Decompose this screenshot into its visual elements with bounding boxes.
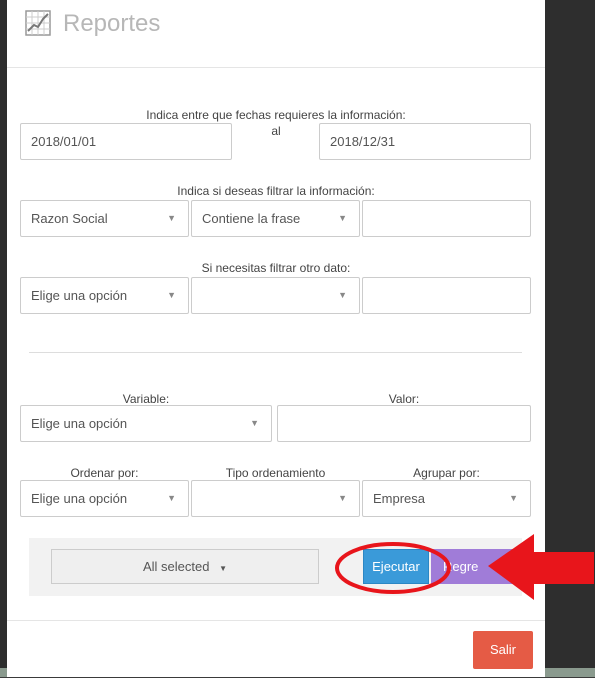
filter2-field-value: Elige una opción: [31, 288, 128, 303]
filter2-condition-select[interactable]: ▼: [191, 277, 360, 314]
filter2-value-input[interactable]: [362, 277, 531, 314]
end-date-input[interactable]: 2018/12/31: [319, 123, 531, 160]
line-chart-icon: [25, 10, 51, 36]
agrupar-value: Empresa: [373, 491, 426, 506]
agrupar-label: Agrupar por:: [413, 466, 480, 480]
caret-down-icon: ▼: [338, 213, 347, 223]
filter-condition-select[interactable]: Contiene la frase ▼: [191, 200, 360, 237]
variable-value: Elige una opción: [31, 416, 128, 431]
filter-value-input[interactable]: [362, 200, 531, 237]
backdrop: [545, 0, 595, 677]
agrupar-select[interactable]: Empresa ▼: [362, 480, 531, 517]
filter-label: Indica si deseas filtrar la información:: [177, 184, 375, 198]
valor-label: Valor:: [388, 392, 420, 406]
regresar-button[interactable]: Regre: [431, 549, 515, 584]
backdrop: [0, 0, 7, 677]
modal-header: Reportes: [7, 0, 545, 68]
caret-down-icon: ▼: [167, 213, 176, 223]
dates-separator: al: [271, 124, 281, 138]
valor-input[interactable]: [277, 405, 531, 442]
ordenar-label: Ordenar por:: [70, 466, 139, 480]
reportes-modal: Reportes Indica entre que fechas requier…: [7, 0, 545, 677]
caret-down-icon: ▼: [338, 290, 347, 300]
caret-down-icon: ▼: [338, 493, 347, 503]
action-bar: All selected ▼ Regre Ejecutar: [29, 538, 522, 596]
filter-field-value: Razon Social: [31, 211, 108, 226]
filter-field-select[interactable]: Razon Social ▼: [20, 200, 189, 237]
divider: [29, 352, 522, 353]
multiselect-label: All selected: [142, 559, 210, 574]
filter2-label: Si necesitas filtrar otro dato:: [201, 261, 351, 275]
multiselect-dropdown[interactable]: All selected ▼: [51, 549, 319, 584]
caret-down-icon: ▼: [167, 493, 176, 503]
filter2-field-select[interactable]: Elige una opción ▼: [20, 277, 189, 314]
modal-footer: Salir: [7, 620, 545, 678]
tipo-orden-label: Tipo ordenamiento: [225, 466, 326, 480]
ejecutar-button[interactable]: Ejecutar: [363, 549, 429, 584]
caret-down-icon: ▼: [167, 290, 176, 300]
start-date-input[interactable]: 2018/01/01: [20, 123, 232, 160]
variable-label: Variable:: [122, 392, 170, 406]
caret-down-icon: ▼: [250, 418, 259, 428]
ordenar-value: Elige una opción: [31, 491, 128, 506]
tipo-orden-select[interactable]: ▼: [191, 480, 360, 517]
filter-condition-value: Contiene la frase: [202, 211, 301, 226]
modal-title: Reportes: [63, 10, 161, 37]
salir-button[interactable]: Salir: [473, 631, 533, 669]
caret-down-icon: ▼: [509, 493, 518, 503]
ordenar-select[interactable]: Elige una opción ▼: [20, 480, 189, 517]
dates-label: Indica entre que fechas requieres la inf…: [146, 108, 406, 122]
variable-select[interactable]: Elige una opción ▼: [20, 405, 272, 442]
caret-down-icon: ▼: [219, 564, 228, 573]
